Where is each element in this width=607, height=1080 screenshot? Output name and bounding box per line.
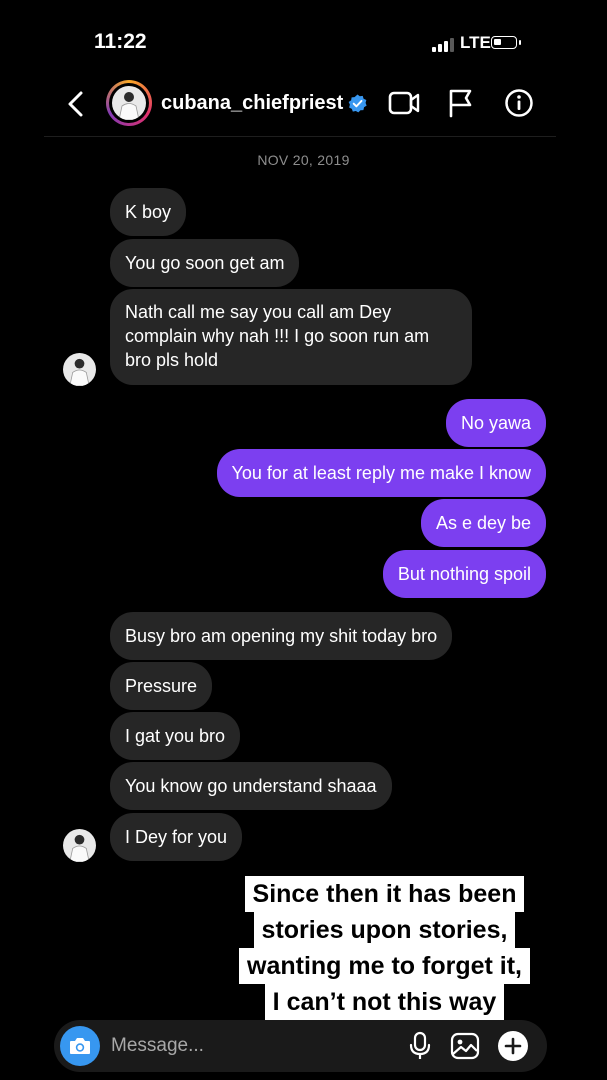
network-label: LTE — [460, 33, 491, 52]
sent-message[interactable]: As e dey be — [420, 499, 546, 547]
received-message[interactable]: I gat you bro — [110, 712, 241, 760]
battery-icon — [491, 36, 521, 49]
camera-icon — [70, 1038, 90, 1054]
microphone-icon[interactable] — [408, 1031, 432, 1061]
plus-button[interactable] — [498, 1031, 528, 1061]
caption-line: Since then it has been — [244, 876, 525, 912]
flag-icon[interactable] — [448, 88, 474, 118]
video-call-icon[interactable] — [388, 90, 420, 116]
caption-line: stories upon stories, — [253, 912, 516, 948]
received-message[interactable]: Pressure — [110, 662, 213, 710]
received-message[interactable]: Nath call me say you call am Dey complai… — [110, 289, 472, 385]
profile-avatar[interactable] — [106, 80, 152, 126]
received-message[interactable]: K boy — [110, 188, 187, 236]
chat-username[interactable]: cubana_chiefpriest — [161, 92, 343, 115]
plus-icon — [504, 1037, 522, 1055]
gallery-icon[interactable] — [450, 1031, 480, 1061]
sent-message[interactable]: No yawa — [445, 399, 546, 447]
back-icon[interactable] — [64, 90, 88, 118]
caption-line: wanting me to forget it, — [239, 948, 530, 984]
sender-avatar[interactable] — [63, 829, 96, 862]
signal-icon — [432, 38, 454, 52]
date-separator: NOV 20, 2019 — [257, 152, 350, 168]
received-message[interactable]: You go soon get am — [110, 239, 300, 287]
message-input[interactable]: Message... — [111, 1035, 204, 1057]
received-message[interactable]: You know go understand shaaa — [110, 762, 392, 810]
message-composer[interactable]: Message... — [54, 1020, 547, 1072]
info-icon[interactable] — [504, 88, 534, 118]
sent-message[interactable]: But nothing spoil — [382, 550, 546, 598]
sent-message[interactable]: You for at least reply me make I know — [216, 449, 546, 497]
received-message[interactable]: I Dey for you — [110, 813, 243, 861]
sender-avatar[interactable] — [63, 353, 96, 386]
caption-overlay: Since then it has been stories upon stor… — [226, 876, 543, 1020]
chat-header: cubana_chiefpriest — [44, 80, 556, 137]
caption-line: I can’t not this way — [264, 984, 505, 1020]
received-message[interactable]: Busy bro am opening my shit today bro — [110, 612, 453, 660]
camera-button[interactable] — [60, 1026, 100, 1066]
verified-badge-icon — [348, 94, 367, 113]
status-time: 11:22 — [94, 30, 147, 53]
status-bar: 11:22 LTE — [0, 0, 607, 80]
